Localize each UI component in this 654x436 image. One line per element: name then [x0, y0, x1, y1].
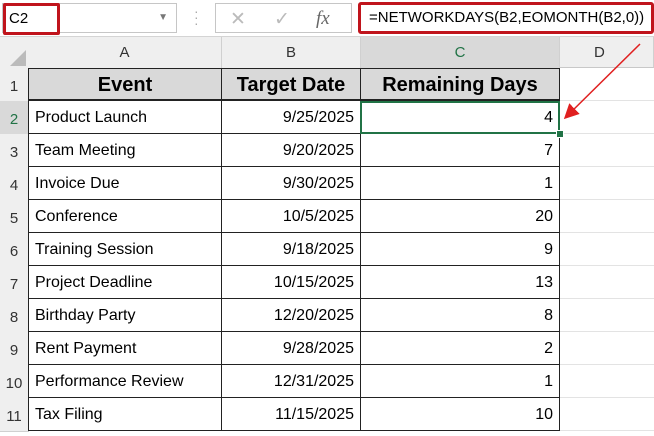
annotation-arrow — [563, 43, 641, 120]
